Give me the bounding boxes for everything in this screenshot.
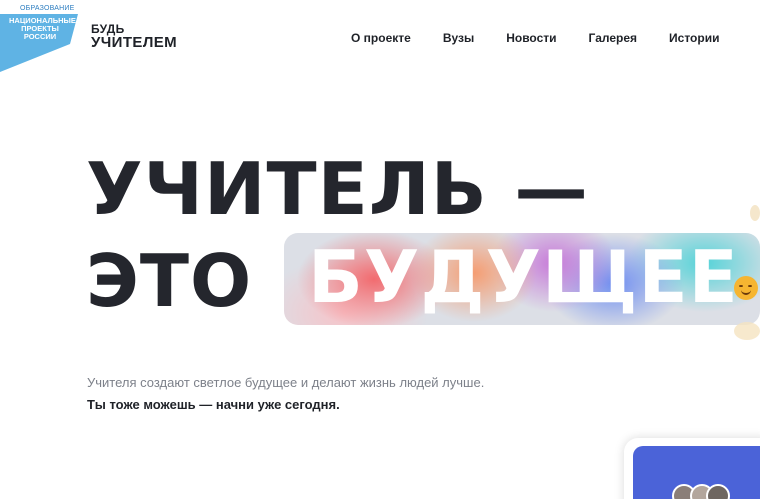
- nav-item-universities[interactable]: Вузы: [443, 31, 474, 45]
- decorative-emoji-partial-icon: [750, 205, 760, 221]
- decorative-cloud-icon: [734, 322, 760, 340]
- badge-main-label: НАЦИОНАЛЬНЫЕ ПРОЕКТЫ РОССИИ: [9, 16, 76, 41]
- emoji-eye-left: [739, 285, 743, 287]
- nav-item-about[interactable]: О проекте: [351, 31, 411, 45]
- hero-title-line-1: УЧИТЕЛЬ —: [86, 147, 589, 231]
- hero-subtitle: Учителя создают светлое будущее и делают…: [87, 375, 485, 390]
- emoji-mouth: [741, 290, 751, 295]
- emoji-eye-right: [748, 285, 752, 287]
- hero-highlight-box: БУДУЩЕЕ: [284, 233, 760, 325]
- main-nav: О проекте Вузы Новости Галерея Истории: [351, 31, 719, 45]
- hero-highlight-word: БУДУЩЕЕ: [308, 235, 739, 319]
- smiling-face-emoji-icon: [734, 276, 758, 300]
- badge-top-label: ОБРАЗОВАНИЕ: [20, 5, 75, 12]
- nav-item-news[interactable]: Новости: [506, 31, 556, 45]
- national-projects-badge[interactable]: ОБРАЗОВАНИЕ НАЦИОНАЛЬНЫЕ ПРОЕКТЫ РОССИИ: [0, 0, 80, 72]
- nav-item-gallery[interactable]: Галерея: [589, 31, 637, 45]
- hero-title-line-2: ЭТО: [86, 239, 253, 323]
- nav-item-stories[interactable]: Истории: [669, 31, 719, 45]
- logo-line-2: УЧИТЕЛЕМ: [91, 34, 178, 51]
- hero-subtitle-cta: Ты тоже можешь — начни уже сегодня.: [87, 397, 340, 412]
- site-logo[interactable]: БУДЬ УЧИТЕЛЕМ: [91, 22, 177, 50]
